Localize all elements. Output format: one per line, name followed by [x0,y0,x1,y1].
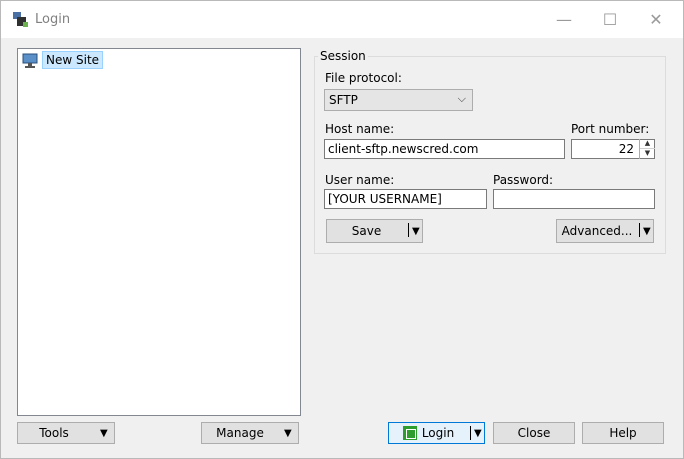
close-button[interactable]: Close [493,422,575,444]
port-number-label: Port number: [571,122,650,136]
advanced-button[interactable]: Advanced... ▼ [556,219,654,243]
host-name-input[interactable] [324,139,565,159]
winscp-app-icon [13,12,28,27]
chevron-down-icon: ⌵ [457,92,466,105]
login-button[interactable]: Login ▼ [388,422,485,444]
file-protocol-label: File protocol: [325,71,402,85]
login-separator [470,426,471,440]
dropdown-arrow-icon: ▼ [284,427,292,439]
tools-button[interactable]: Tools ▼ [17,422,115,444]
password-label: Password: [493,173,554,187]
help-button[interactable]: Help [582,422,664,444]
session-group-title: Session [318,49,368,63]
manage-label: Manage [216,426,264,440]
user-name-label: User name: [325,173,395,187]
login-window: Login — ☐ ✕ New Site Session File protoc… [0,0,684,459]
site-tree[interactable]: New Site [17,48,301,416]
login-label: Login [421,426,455,440]
tree-item-new-site[interactable]: New Site [22,51,104,69]
advanced-separator [639,223,640,237]
login-icon [402,426,417,440]
close-icon[interactable]: ✕ [633,1,679,38]
title-bar[interactable]: Login — ☐ ✕ [1,1,683,38]
manage-button[interactable]: Manage ▼ [201,422,299,444]
port-spinner[interactable]: ▲ ▼ [639,139,655,159]
window-title: Login [35,12,71,27]
close-label: Close [517,426,551,440]
file-protocol-select[interactable]: SFTP ⌵ [324,89,473,111]
save-separator [408,223,409,237]
maximize-icon[interactable]: ☐ [587,1,633,38]
computer-icon [22,53,38,68]
tree-item-label: New Site [42,51,104,69]
minimize-icon[interactable]: — [541,1,587,38]
dropdown-arrow-icon[interactable]: ▼ [412,226,420,237]
advanced-label: Advanced... [561,224,633,238]
spin-down-icon[interactable]: ▼ [640,149,655,158]
password-input[interactable] [493,189,655,209]
dropdown-arrow-icon: ▼ [100,427,108,439]
dropdown-arrow-icon[interactable]: ▼ [474,428,482,439]
save-label: Save [351,224,382,238]
host-name-label: Host name: [325,122,395,136]
help-label: Help [609,426,637,440]
dropdown-arrow-icon[interactable]: ▼ [643,226,651,237]
file-protocol-value: SFTP [329,93,358,107]
spin-up-icon[interactable]: ▲ [640,139,655,149]
save-button[interactable]: Save ▼ [326,219,423,243]
user-name-input[interactable] [324,189,487,209]
tools-label: Tools [39,426,69,440]
